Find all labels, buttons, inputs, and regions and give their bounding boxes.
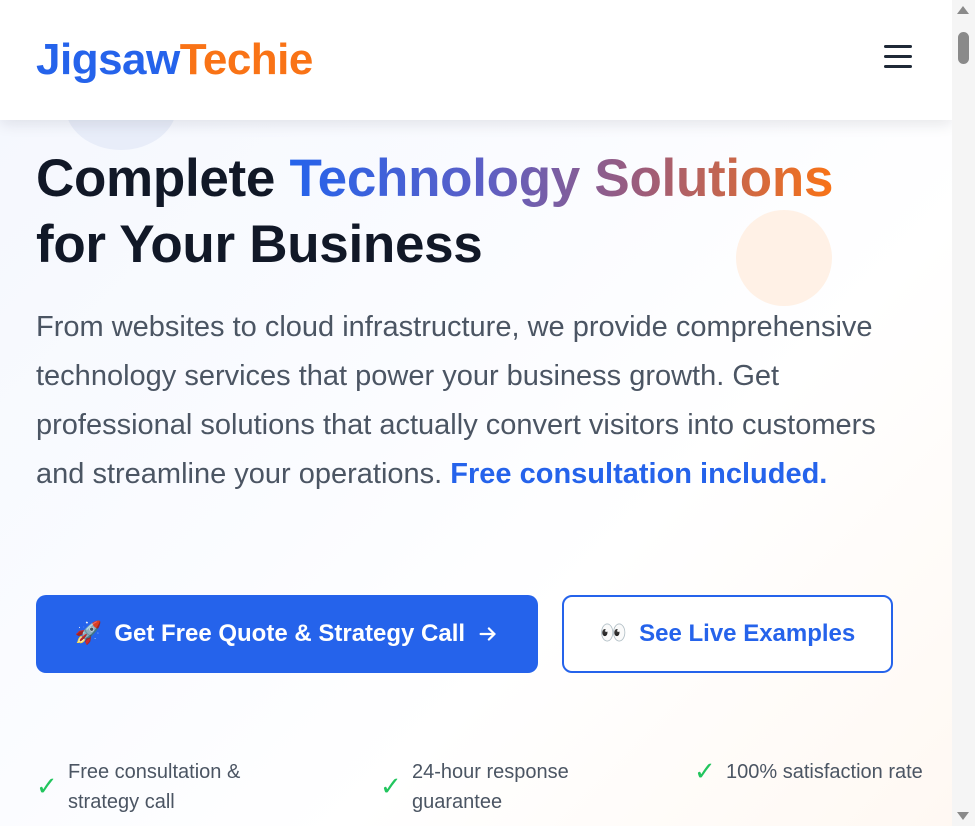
feature-item: ✓ 24-hour response guarantee bbox=[380, 757, 612, 817]
logo-part-1: Jigsaw bbox=[36, 35, 180, 84]
checkmark-icon: ✓ bbox=[380, 772, 402, 802]
checkmark-icon: ✓ bbox=[694, 757, 716, 787]
vertical-scrollbar[interactable] bbox=[952, 0, 975, 826]
hero-title-end: for Your Business bbox=[36, 215, 483, 274]
see-live-examples-button[interactable]: 👀 See Live Examples bbox=[562, 595, 893, 673]
checkmark-icon: ✓ bbox=[36, 772, 58, 802]
see-live-examples-label: See Live Examples bbox=[639, 620, 856, 647]
logo-part-2: Techie bbox=[179, 35, 314, 84]
page-viewport: JigsawTechie Complete Technology Solutio… bbox=[0, 0, 975, 826]
hero-title: Complete Technology Solutions for Your Bu… bbox=[36, 146, 936, 278]
hero-description-highlight: Free consultation included. bbox=[450, 458, 828, 490]
site-logo[interactable]: JigsawTechie bbox=[36, 34, 313, 86]
hero-title-start: Complete bbox=[36, 149, 290, 208]
hero-title-gradient: Technology Solutions bbox=[289, 149, 834, 208]
feature-text: Free consultation & strategy call bbox=[68, 761, 241, 813]
menu-line bbox=[884, 54, 912, 58]
hamburger-menu-icon[interactable] bbox=[878, 38, 918, 74]
feature-text: 24-hour response guarantee bbox=[412, 761, 569, 813]
feature-text: 100% satisfaction rate bbox=[726, 761, 923, 783]
get-free-quote-label: Get Free Quote & Strategy Call bbox=[114, 620, 466, 647]
rocket-icon: 🚀 bbox=[74, 621, 103, 646]
scrollbar-thumb[interactable] bbox=[958, 32, 969, 64]
menu-line bbox=[884, 64, 912, 68]
site-header: JigsawTechie bbox=[0, 0, 952, 120]
hero-description: From websites to cloud infrastructure, w… bbox=[36, 303, 926, 499]
scroll-down-arrow-icon[interactable] bbox=[957, 812, 969, 820]
arrow-right-icon bbox=[479, 627, 496, 641]
menu-line bbox=[884, 44, 912, 48]
feature-item: ✓ 100% satisfaction rate bbox=[694, 757, 926, 787]
get-free-quote-button[interactable]: 🚀 Get Free Quote & Strategy Call bbox=[36, 595, 538, 673]
feature-item: ✓ Free consultation & strategy call bbox=[36, 757, 298, 817]
eyes-icon: 👀 bbox=[599, 621, 628, 646]
scroll-up-arrow-icon[interactable] bbox=[957, 6, 969, 14]
